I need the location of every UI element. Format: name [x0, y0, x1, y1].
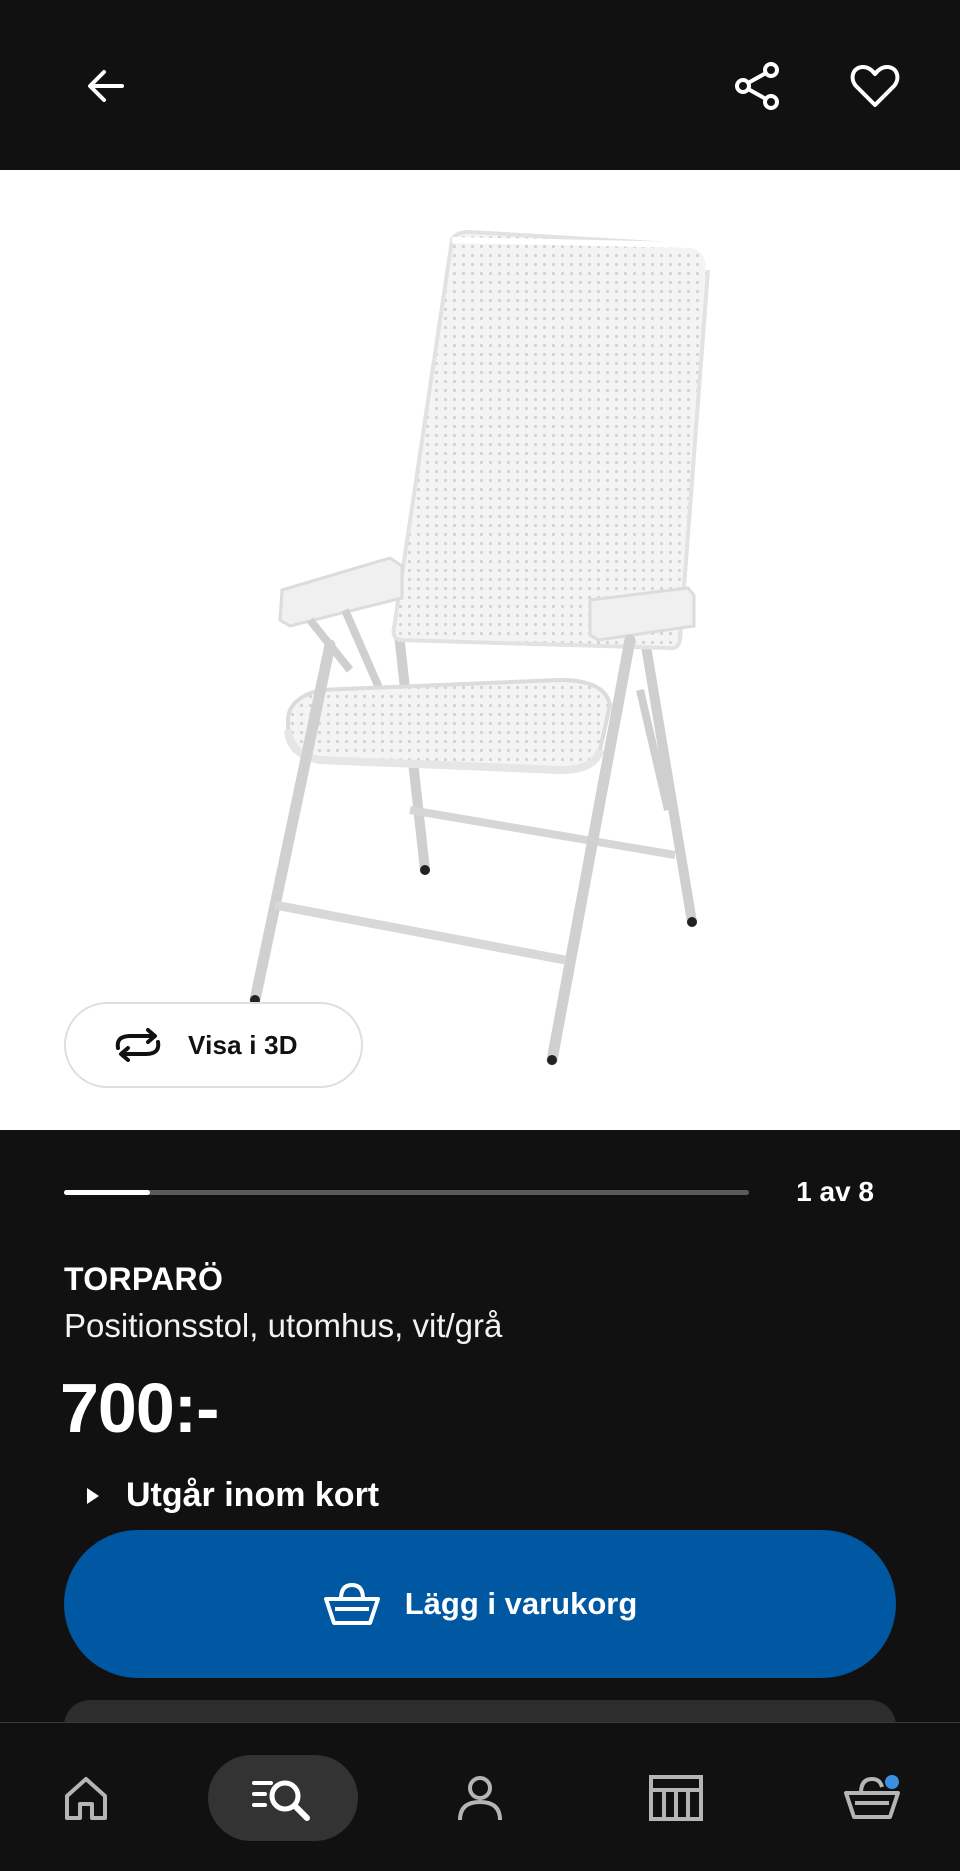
gallery-progress-fill [64, 1190, 150, 1195]
product-name: TORPARÖ [64, 1261, 224, 1297]
favorite-button[interactable] [835, 46, 915, 126]
share-button[interactable] [718, 46, 798, 126]
store-icon [649, 1775, 703, 1821]
nav-stores[interactable] [636, 1755, 716, 1841]
back-button[interactable] [66, 46, 146, 126]
profile-icon [458, 1776, 502, 1821]
view-in-3d-button[interactable]: Visa i 3D [64, 1002, 363, 1088]
product-description: Positionsstol, utomhus, vit/grå [64, 1307, 503, 1344]
basket-icon [323, 1582, 380, 1625]
nav-search[interactable] [208, 1755, 358, 1841]
heart-icon [850, 64, 900, 107]
discontinued-notice-label: Utgår inom kort [126, 1476, 380, 1514]
product-price: 700:- [60, 1369, 219, 1447]
nav-home[interactable] [46, 1755, 126, 1841]
product-image-gallery[interactable] [0, 170, 960, 1130]
bottom-navigation [0, 1722, 960, 1871]
discontinued-notice[interactable]: Utgår inom kort [86, 1476, 379, 1515]
product-image [249, 229, 712, 1066]
share-icon [735, 62, 779, 110]
arrow-left-icon [88, 70, 124, 102]
gallery-counter: 1 av 8 [796, 1176, 874, 1207]
add-to-cart-label: Lägg i varukorg [404, 1586, 638, 1621]
caret-right-icon [87, 1487, 99, 1504]
cart-badge [885, 1775, 899, 1789]
top-bar [0, 0, 960, 170]
rotate-3d-icon [115, 1028, 161, 1062]
nav-profile[interactable] [440, 1755, 520, 1841]
cart-icon [844, 1775, 900, 1819]
view-in-3d-label: Visa i 3D [188, 1029, 298, 1060]
add-to-cart-button[interactable]: Lägg i varukorg [64, 1530, 896, 1678]
nav-cart[interactable] [832, 1755, 912, 1841]
gallery-progress-bar [64, 1190, 749, 1195]
home-icon [65, 1777, 107, 1820]
search-list-icon [252, 1780, 310, 1821]
